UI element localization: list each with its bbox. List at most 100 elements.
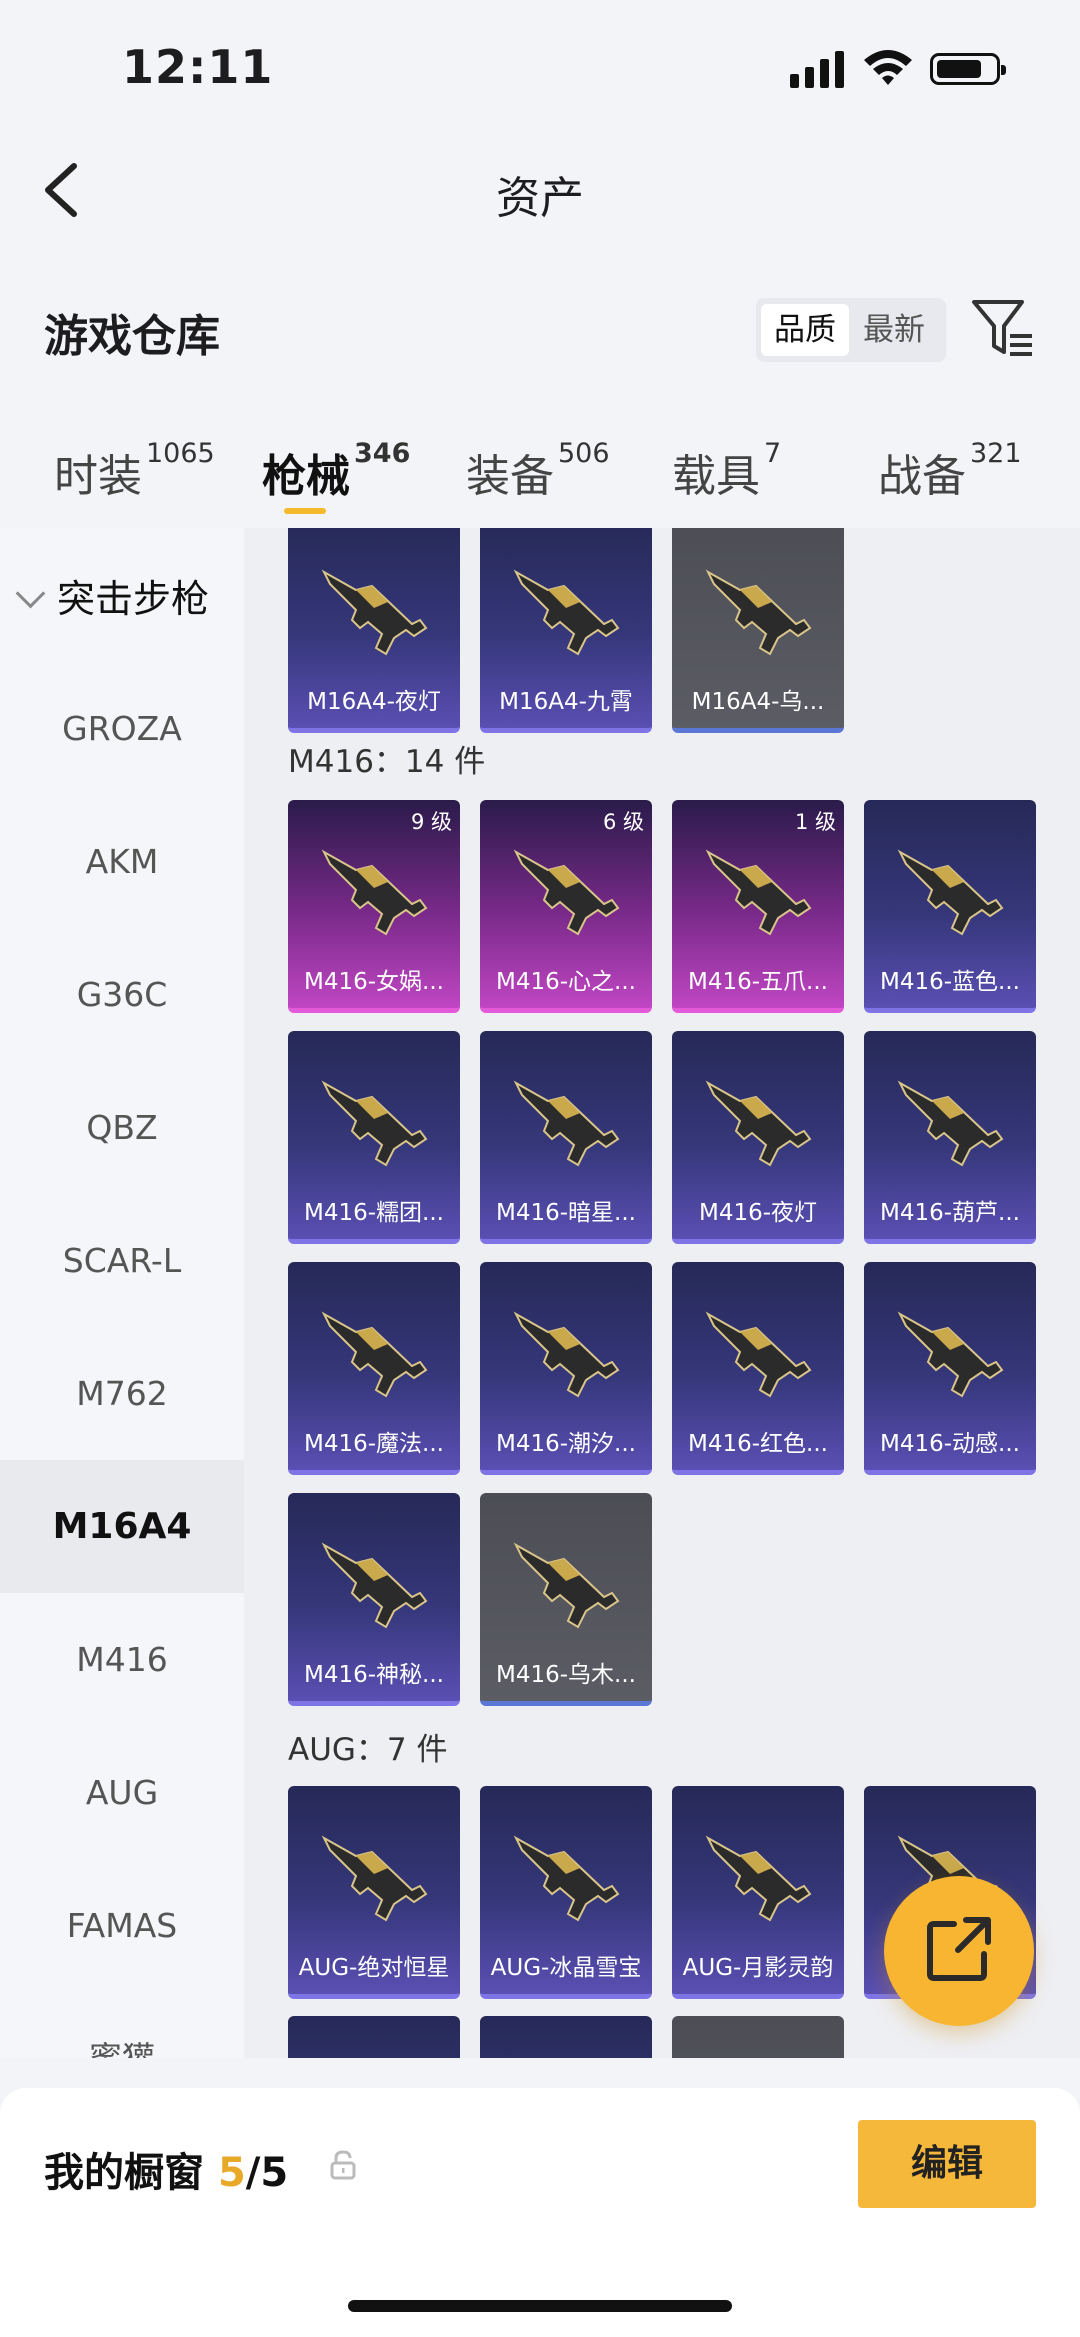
sidebar-item-qbz[interactable]: QBZ <box>0 1061 244 1194</box>
tab-fashion[interactable]: 时装 1065 <box>54 438 215 504</box>
sidebar-item-akm[interactable]: AKM <box>0 795 244 928</box>
weapon-skin-icon <box>705 1080 812 1167</box>
share-icon <box>927 1917 991 1981</box>
sidebar-item-m762[interactable]: M762 <box>0 1327 244 1460</box>
cellular-signal-icon <box>790 50 846 88</box>
weapon-card[interactable]: M16A4-九霄 <box>480 528 652 733</box>
weapon-skin-icon <box>321 1311 428 1398</box>
weapon-card-name: M416-暗星... <box>496 1200 636 1226</box>
weapon-card-name: M416-葫芦... <box>880 1200 1020 1226</box>
weapon-card[interactable]: M416-暗星... <box>480 1031 652 1244</box>
weapon-card-name: M416-糯团... <box>304 1200 444 1226</box>
weapon-card[interactable]: M416-糯团... <box>288 1031 460 1244</box>
sort-toggle[interactable]: 品质 最新 <box>756 298 946 362</box>
weapon-card-name: M416-蓝色... <box>880 969 1020 995</box>
sidebar-item-scar-l[interactable]: SCAR-L <box>0 1194 244 1327</box>
weapon-card[interactable]: M416-潮汐... <box>480 1262 652 1475</box>
weapon-card-name: M16A4-九霄 <box>499 689 633 715</box>
weapon-card[interactable]: AUG-绝对恒星 <box>288 1786 460 1999</box>
level-badge: 6 级 <box>602 810 644 834</box>
weapon-card[interactable]: M416-神秘... <box>288 1493 460 1706</box>
sidebar-item-groza[interactable]: GROZA <box>0 662 244 795</box>
weapon-card[interactable]: M416-夜灯 <box>672 1031 844 1244</box>
home-indicator <box>348 2300 732 2312</box>
weapon-skin-icon <box>705 569 812 656</box>
weapon-skin-icon <box>513 849 620 936</box>
weapon-skin-icon <box>705 1835 812 1922</box>
weapon-card-name: M416-乌木... <box>496 1662 636 1688</box>
tab-supplies[interactable]: 战备 321 <box>878 438 1022 504</box>
showcase-count-current: 5 <box>217 2150 246 2196</box>
wifi-icon <box>864 50 912 85</box>
weapon-card[interactable]: M16A4-夜灯 <box>288 528 460 733</box>
weapon-skin-icon <box>513 1311 620 1398</box>
sidebar-item-g36c[interactable]: G36C <box>0 928 244 1061</box>
weapon-skin-icon <box>513 569 620 656</box>
section-title: 游戏仓库 <box>44 311 220 362</box>
weapon-card-name: M416-红色... <box>688 1431 828 1457</box>
weapon-skin-icon <box>897 1080 1004 1167</box>
weapon-skin-icon <box>705 1311 812 1398</box>
weapon-card[interactable]: 9 级 M416-女娲... <box>288 800 460 1013</box>
active-tab-indicator <box>284 508 326 514</box>
sidebar-category-assault-rifles[interactable]: 突击步枪 <box>15 568 209 623</box>
weapon-card[interactable]: 6 级 M416-心之... <box>480 800 652 1013</box>
weapon-sidebar[interactable]: 突击步枪 GROZA AKM G36C QBZ SCAR-L M762 M16A… <box>0 528 244 2058</box>
sort-quality-button[interactable]: 品质 <box>761 304 849 356</box>
weapon-skin-icon <box>321 849 428 936</box>
weapon-card-name: AUG-绝对恒星 <box>298 1955 450 1981</box>
weapon-card[interactable]: M16A4-乌... <box>672 528 844 733</box>
level-badge: 9 级 <box>410 810 452 834</box>
weapon-card[interactable] <box>288 2016 460 2058</box>
weapon-card[interactable] <box>480 2016 652 2058</box>
weapon-card[interactable]: M416-动感... <box>864 1262 1036 1475</box>
sidebar-item-honey-badger[interactable]: 蜜獾 <box>0 1992 244 2058</box>
weapon-skin-icon <box>513 1080 620 1167</box>
weapon-skin-icon <box>705 849 812 936</box>
sort-newest-button[interactable]: 最新 <box>850 304 938 356</box>
tab-firearms[interactable]: 枪械 346 <box>262 438 410 504</box>
item-grid[interactable]: M416：14 件 AUG：7 件 M16A4-夜灯 M16A4-九霄 M16A4-… <box>244 528 1080 2058</box>
showcase-count-total: /5 <box>245 2150 289 2196</box>
weapon-card[interactable] <box>672 2016 844 2058</box>
group-label-m416: M416：14 件 <box>288 744 486 780</box>
weapon-card-name: M416-神秘... <box>304 1662 444 1688</box>
weapon-card[interactable]: M416-乌木... <box>480 1493 652 1706</box>
weapon-card-name: M416-五爪... <box>688 969 828 995</box>
weapon-skin-icon <box>321 1542 428 1629</box>
weapon-card-name: M416-女娲... <box>304 969 444 995</box>
lock-icon <box>330 2150 356 2180</box>
weapon-skin-icon <box>321 569 428 656</box>
group-label-aug: AUG：7 件 <box>288 1732 448 1768</box>
sidebar-item-aug[interactable]: AUG <box>0 1726 244 1859</box>
battery-icon <box>930 53 1006 85</box>
weapon-card-name: M416-夜灯 <box>698 1200 818 1226</box>
weapon-card[interactable]: M416-葫芦... <box>864 1031 1036 1244</box>
weapon-skin-icon <box>513 1835 620 1922</box>
filter-icon[interactable] <box>970 296 1036 360</box>
weapon-skin-icon <box>321 1835 428 1922</box>
sidebar-item-m416[interactable]: M416 <box>0 1593 244 1726</box>
chevron-down-icon <box>15 578 46 609</box>
weapon-card-name: M16A4-乌... <box>691 689 825 715</box>
weapon-card[interactable]: 1 级 M416-五爪... <box>672 800 844 1013</box>
weapon-skin-icon <box>897 849 1004 936</box>
level-badge: 1 级 <box>794 810 836 834</box>
weapon-card[interactable]: M416-红色... <box>672 1262 844 1475</box>
weapon-card-name: AUG-冰晶雪宝 <box>490 1955 642 1981</box>
tab-equipment[interactable]: 装备 506 <box>466 438 610 504</box>
edit-button[interactable]: 编辑 <box>858 2120 1036 2208</box>
sidebar-item-famas[interactable]: FAMAS <box>0 1859 244 1992</box>
weapon-card[interactable]: AUG-冰晶雪宝 <box>480 1786 652 1999</box>
status-time: 12:11 <box>122 40 274 94</box>
sidebar-item-m16a4[interactable]: M16A4 <box>0 1460 244 1593</box>
weapon-card[interactable]: M416-蓝色... <box>864 800 1036 1013</box>
weapon-card-name: M416-潮汐... <box>496 1431 636 1457</box>
weapon-card[interactable]: M416-魔法... <box>288 1262 460 1475</box>
share-button[interactable] <box>884 1876 1034 2026</box>
weapon-card-name: M416-动感... <box>880 1431 1020 1457</box>
tab-vehicles[interactable]: 载具 7 <box>672 438 781 504</box>
weapon-card-name: M416-魔法... <box>304 1431 444 1457</box>
weapon-card-name: M416-心之... <box>496 969 636 995</box>
weapon-card[interactable]: AUG-月影灵韵 <box>672 1786 844 1999</box>
